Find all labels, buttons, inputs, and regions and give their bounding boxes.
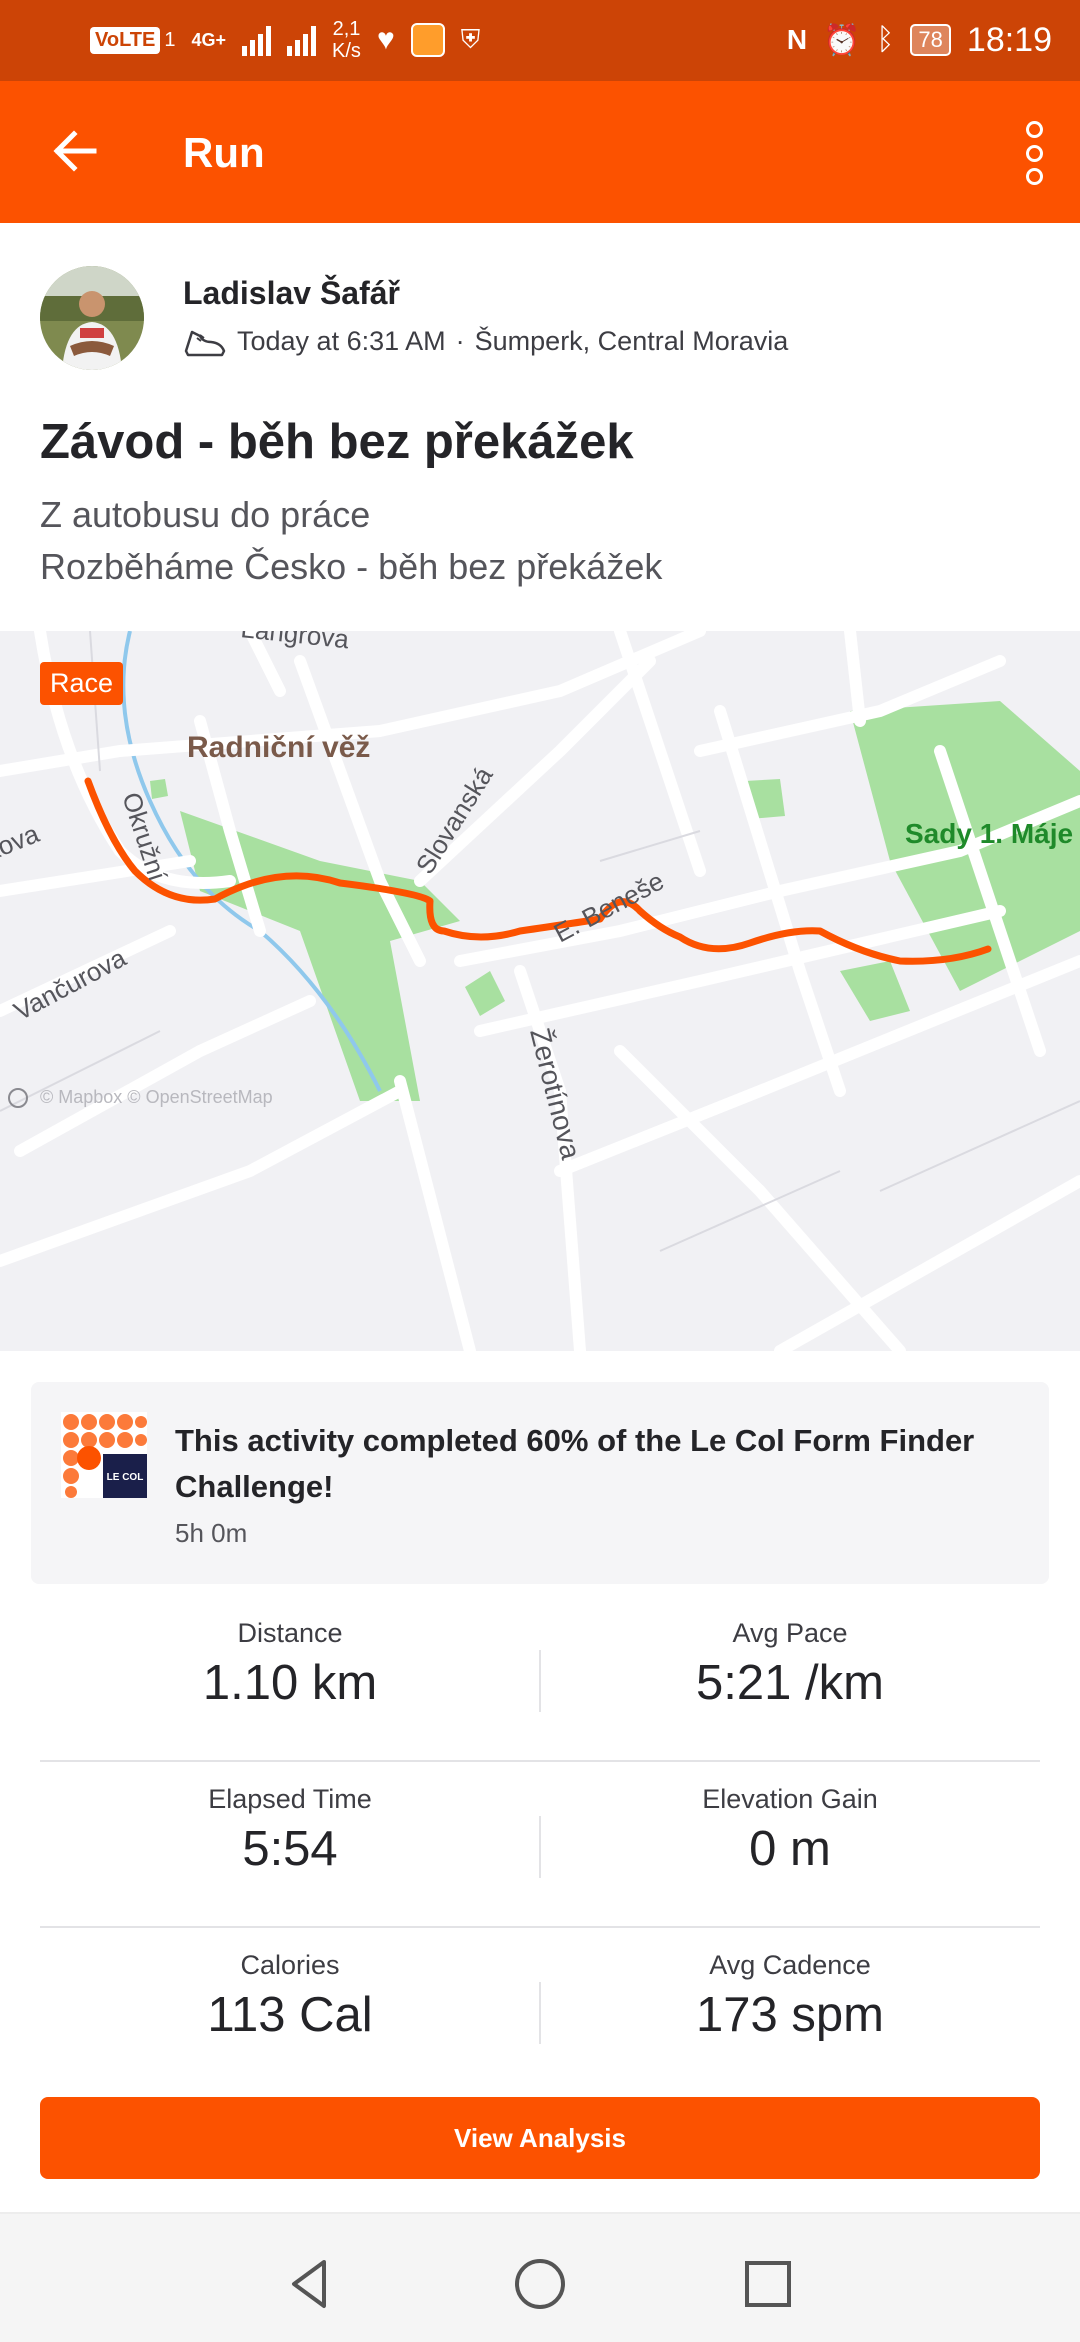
stat-value: 5:54 (242, 1822, 338, 1876)
status-bar: VoLTE 1 4G+ 2,1 K/s ♥ ⛨ N ⏰ ᛒ 78 18:19 (0, 0, 1080, 81)
status-bar-right: N ⏰ ᛒ 78 18:19 (787, 14, 1052, 66)
stat-elevation-gain: Elevation Gain 0 m (540, 1762, 1040, 1877)
stat-value: 173 spm (696, 1988, 884, 2042)
shield-icon: ⛨ (460, 24, 481, 54)
bluetooth-icon: ᛒ (876, 23, 895, 56)
stat-calories: Calories 113 Cal (40, 1928, 540, 2043)
network-speed: 2,1 K/s (332, 18, 361, 62)
activity-title: Závod - běh bez překážek (40, 415, 634, 469)
app-notification-icon (410, 23, 445, 57)
stat-elapsed-time: Elapsed Time 5:54 (40, 1762, 540, 1877)
stat-value: 5:21 /km (696, 1656, 884, 1710)
nav-recents-icon[interactable] (738, 2254, 798, 2314)
stat-avg-pace: Avg Pace 5:21 /km (540, 1596, 1040, 1711)
map-canvas: Langrova Radniční věž Okružní Slovanská … (0, 631, 1080, 1351)
stat-label: Distance (237, 1618, 343, 1648)
activity-datetime: Today at 6:31 AM (237, 326, 446, 356)
activity-description-line-2: Rozběháme Česko - běh bez překážek (40, 546, 663, 587)
stat-value: 0 m (749, 1822, 831, 1876)
system-nav-bar (0, 2212, 1080, 2342)
stat-label: Calories (240, 1950, 340, 1980)
activity-meta: Today at 6:31 AM · Šumperk, Central Mora… (183, 326, 788, 357)
battery-icon: 78 (910, 24, 951, 56)
health-icon: ♥ (376, 23, 395, 56)
challenge-time: 5h 0m (175, 1518, 248, 1548)
stat-label: Elevation Gain (702, 1784, 878, 1814)
stat-value: 1.10 km (202, 1656, 378, 1710)
stats-row: Elapsed Time 5:54 Elevation Gain 0 m (40, 1762, 1040, 1928)
avatar[interactable] (40, 266, 144, 370)
challenge-text: This activity completed 60% of the Le Co… (175, 1423, 975, 1504)
challenge-logo-text: LE COL (107, 1472, 144, 1483)
stat-distance: Distance 1.10 km (40, 1596, 540, 1711)
activity-description-line-1: Z autobusu do práce (40, 494, 371, 535)
map-label-sady: Sady 1. Máje (905, 818, 1073, 849)
stats-grid: Distance 1.10 km Avg Pace 5:21 /km Elaps… (40, 1596, 1040, 2092)
network-speed-unit: K/s (332, 40, 361, 62)
nav-home-icon[interactable] (510, 2254, 570, 2314)
app-bar: Run (0, 81, 1080, 223)
stat-label: Avg Pace (732, 1618, 848, 1648)
activity-location: Šumperk, Central Moravia (474, 326, 789, 356)
network-speed-value: 2,1 (332, 18, 361, 40)
network-type: 4G+ (191, 29, 227, 50)
map-attribution: © Mapbox © OpenStreetMap (40, 1087, 273, 1107)
challenge-logo-icon: LE COL (61, 1412, 147, 1498)
route-map[interactable]: Langrova Radniční věž Okružní Slovanská … (0, 631, 1080, 1351)
meta-separator: · (455, 326, 465, 356)
athlete-name[interactable]: Ladislav Šafář (183, 275, 400, 312)
challenge-card[interactable]: LE COL This activity completed 60% of th… (31, 1382, 1049, 1584)
shoe-icon (184, 330, 226, 356)
race-badge: Race (40, 662, 124, 705)
nfc-icon: N (786, 24, 808, 55)
status-bar-left: VoLTE 1 4G+ 2,1 K/s ♥ ⛨ (90, 14, 480, 66)
stats-row: Calories 113 Cal Avg Cadence 173 spm (40, 1928, 1040, 2092)
map-label-radnicni-vez: Radniční věž (187, 731, 370, 764)
alarm-icon: ⏰ (823, 23, 861, 57)
park-area (150, 779, 168, 799)
signal-2-icon (287, 24, 317, 56)
page-title: Run (183, 129, 265, 176)
stat-avg-cadence: Avg Cadence 173 spm (540, 1928, 1040, 2043)
back-arrow-icon[interactable] (46, 121, 106, 181)
volte-badge: VoLTE (90, 26, 161, 54)
stat-value: 113 Cal (207, 1988, 373, 2042)
signal-icon (242, 24, 272, 56)
nav-back-icon[interactable] (280, 2254, 340, 2314)
clock: 18:19 (966, 20, 1052, 59)
view-analysis-button[interactable]: View Analysis (40, 2097, 1040, 2179)
stat-label: Elapsed Time (208, 1784, 372, 1814)
sim-number: 1 (164, 28, 176, 51)
more-options-icon[interactable] (1014, 121, 1054, 185)
stat-label: Avg Cadence (709, 1950, 871, 1980)
stats-row: Distance 1.10 km Avg Pace 5:21 /km (40, 1596, 1040, 1762)
